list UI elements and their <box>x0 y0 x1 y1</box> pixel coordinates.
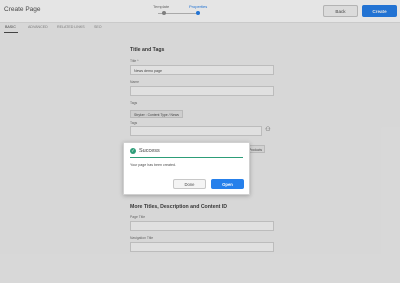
dialog-title: Success <box>139 148 160 154</box>
open-button[interactable]: Open <box>211 179 244 189</box>
success-dialog: ✓ Success Your page has been created. Do… <box>123 142 250 195</box>
dialog-divider <box>130 157 243 158</box>
dialog-message: Your page has been created. <box>130 163 177 167</box>
checkmark-icon: ✓ <box>130 148 136 154</box>
done-button[interactable]: Done <box>173 179 206 189</box>
